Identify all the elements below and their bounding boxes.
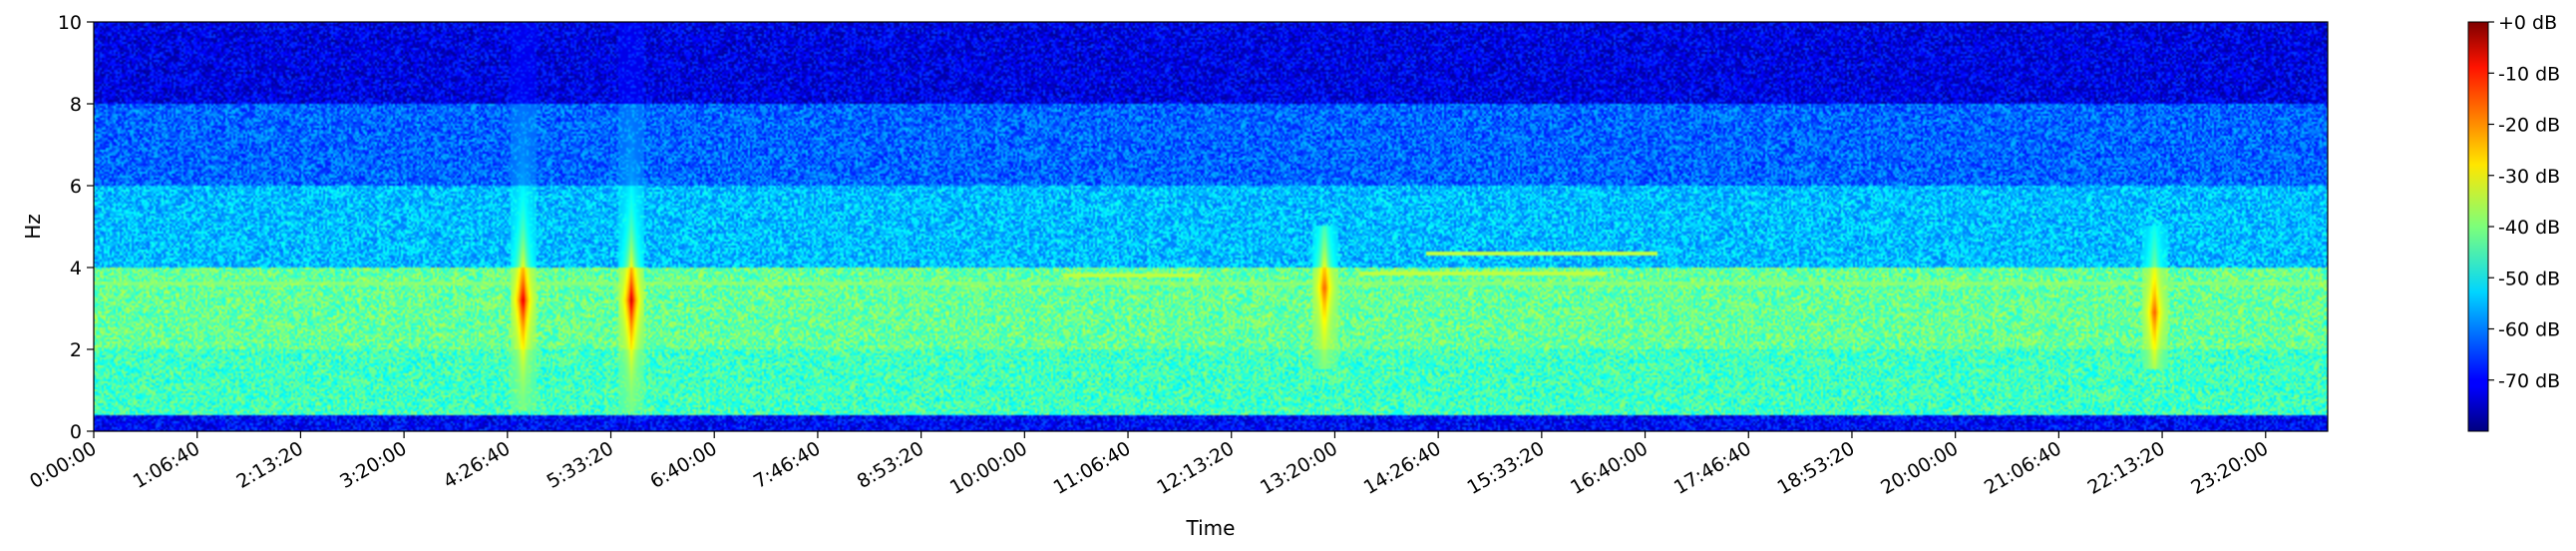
y-tick-label: 4 bbox=[70, 258, 82, 279]
y-axis: 0 2 4 6 8 10 bbox=[58, 12, 94, 443]
x-tick-label: 17:46:40 bbox=[1670, 437, 1755, 499]
x-axis: 0:00:00 1:06:40 2:13:20 3:20:00 4:26:40 5:33:… bbox=[26, 431, 2272, 499]
x-tick-label: 1:06:40 bbox=[130, 437, 203, 493]
spectrogram-plot-area bbox=[93, 21, 2329, 432]
x-tick-label: 12:13:20 bbox=[1153, 437, 1238, 499]
y-tick-label: 8 bbox=[70, 94, 82, 116]
y-axis-label: Hz bbox=[21, 214, 45, 240]
colorbar-tick-label: -40 dB bbox=[2498, 217, 2560, 239]
x-tick-label: 0:00:00 bbox=[26, 437, 100, 493]
spectrogram-image bbox=[94, 22, 2328, 431]
x-tick-label: 16:40:00 bbox=[1567, 437, 1652, 499]
colorbar-tick-label: -50 dB bbox=[2498, 268, 2560, 289]
x-tick-label: 6:40:00 bbox=[646, 437, 720, 493]
x-axis-label: Time bbox=[1186, 516, 1236, 540]
colorbar-tick-label: -30 dB bbox=[2498, 166, 2560, 188]
x-tick-label: 21:06:40 bbox=[1981, 437, 2065, 499]
colorbar-ticks: +0 dB -10 dB -20 dB -30 dB -40 dB -50 dB -60 d… bbox=[2488, 12, 2560, 392]
x-tick-label: 7:46:40 bbox=[750, 437, 824, 493]
x-tick-label: 10:00:00 bbox=[946, 437, 1031, 499]
colorbar-tick-label: -70 dB bbox=[2498, 370, 2560, 392]
x-tick-label: 22:13:20 bbox=[2084, 437, 2169, 499]
colorbar-tick-label: -10 dB bbox=[2498, 63, 2560, 85]
x-tick-label: 20:00:00 bbox=[1877, 437, 1962, 499]
x-tick-label: 2:13:20 bbox=[232, 437, 306, 493]
colorbar-tick-label: -20 dB bbox=[2498, 115, 2560, 137]
colorbar-gradient bbox=[2467, 21, 2489, 432]
x-tick-label: 15:33:20 bbox=[1463, 437, 1548, 499]
x-tick-label: 13:20:00 bbox=[1257, 437, 1341, 499]
colorbar-tick-label: +0 dB bbox=[2498, 12, 2557, 34]
x-tick-label: 8:53:20 bbox=[854, 437, 927, 493]
x-tick-label: 23:20:00 bbox=[2187, 437, 2272, 499]
colorbar: +0 dB -10 dB -20 dB -30 dB -40 dB -50 dB -60 d… bbox=[2467, 12, 2560, 432]
y-tick-label: 2 bbox=[70, 339, 82, 361]
spectrogram-chart: 0:00:00 1:06:40 2:13:20 3:20:00 4:26:40 5:33:… bbox=[21, 12, 2560, 540]
colorbar-tick-label: -60 dB bbox=[2498, 319, 2560, 341]
y-tick-label: 10 bbox=[58, 12, 82, 34]
x-tick-label: 4:26:40 bbox=[440, 437, 514, 493]
y-tick-label: 6 bbox=[70, 176, 82, 198]
x-tick-label: 11:06:40 bbox=[1050, 437, 1135, 499]
y-tick-label: 0 bbox=[70, 421, 82, 443]
x-tick-label: 18:53:20 bbox=[1774, 437, 1859, 499]
x-tick-label: 3:20:00 bbox=[336, 437, 410, 493]
x-tick-label: 14:26:40 bbox=[1360, 437, 1445, 499]
x-tick-label: 5:33:20 bbox=[544, 437, 617, 493]
